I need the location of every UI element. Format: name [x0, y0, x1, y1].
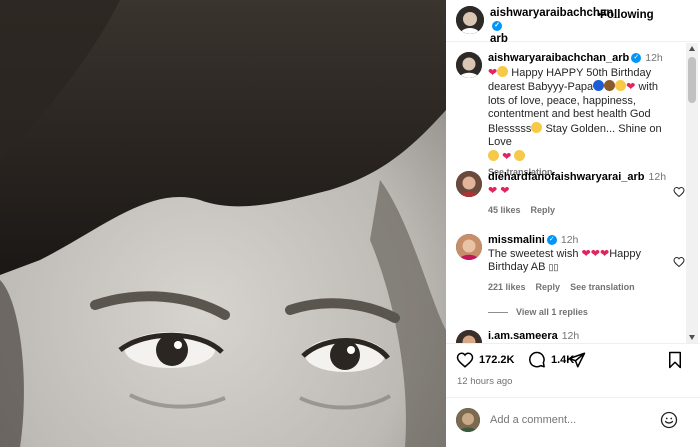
post-modal: aishwaryaraibachchan_✓ arb • Following a… — [0, 0, 700, 447]
verified-badge-icon: ✓ — [492, 20, 502, 31]
comment-time: 12h — [561, 330, 580, 342]
comment-time: 12h — [560, 234, 579, 246]
emoji-smiley-icon[interactable] — [660, 411, 678, 429]
author-username[interactable]: aishwaryaraibachchan_✓ arb — [490, 7, 620, 46]
comment-bubble-icon[interactable] — [528, 351, 546, 369]
following-button[interactable]: Following — [600, 9, 654, 22]
caption-text: aishwaryaraibachchan_arb ✓ 12h ❤ Happy HAP… — [488, 52, 678, 180]
add-comment-input[interactable] — [490, 414, 650, 426]
comment-meta: 45 likes Reply — [488, 204, 678, 218]
comment-body: ❤ ❤ — [488, 184, 510, 197]
view-replies-link[interactable]: View all 1 replies — [488, 307, 588, 317]
comment-text: missmalini ✓ 12h The sweetest wish ❤❤❤Happ… — [488, 234, 678, 294]
comment-username[interactable]: missmalini — [488, 234, 545, 246]
like-heart-icon[interactable] — [456, 351, 474, 369]
comment-body: The sweetest wish — [488, 247, 579, 260]
caption-avatar[interactable] — [456, 52, 482, 78]
post-actions-bar: 172.2K 1.4K 12 hours ago — [446, 343, 700, 393]
post-image[interactable] — [0, 0, 446, 447]
commenter-avatar[interactable] — [456, 330, 482, 343]
commenter-avatar[interactable] — [456, 171, 482, 197]
hearts-face-emoji-icon — [488, 149, 499, 161]
scroll-down-arrow-icon[interactable] — [689, 335, 695, 340]
comment-reply-button[interactable]: Reply — [536, 282, 561, 292]
share-send-icon[interactable] — [568, 351, 586, 369]
verified-badge-icon: ✓ — [631, 53, 642, 64]
author-avatar[interactable] — [456, 6, 484, 34]
add-comment-bar — [446, 397, 700, 447]
comment-meta: 221 likes Reply See translation — [488, 281, 678, 295]
like-comment-heart-icon[interactable] — [673, 186, 685, 198]
post-side-panel: aishwaryaraibachchan_✓ arb • Following a… — [446, 0, 700, 447]
post-time-ago[interactable]: 12 hours ago — [457, 376, 512, 387]
likes-count[interactable]: 172.2K — [479, 354, 514, 366]
scroll-up-arrow-icon[interactable] — [689, 46, 695, 51]
commenter-avatar[interactable] — [456, 234, 482, 260]
heart-emoji-icon: ❤ — [488, 66, 498, 79]
see-translation-link[interactable]: See translation — [570, 282, 635, 292]
smile-emoji-icon — [615, 80, 627, 91]
comment-item: missmalini ✓ 12h The sweetest wish ❤❤❤Happ… — [456, 234, 685, 314]
scrollbar-thumb[interactable] — [688, 57, 696, 103]
caption-username[interactable]: aishwaryaraibachchan_arb — [488, 52, 629, 64]
comment-item: i.am.sameera 12h — [456, 330, 681, 343]
comments-list[interactable]: aishwaryaraibachchan_arb ✓ 12h ❤ Happy HAP… — [446, 43, 686, 343]
comments-scrollbar[interactable] — [686, 43, 698, 343]
current-user-avatar — [456, 408, 480, 432]
heart-emoji-icon: ❤❤❤ — [581, 247, 610, 260]
heart-emoji-icon: ❤ — [502, 150, 512, 163]
evil-eye-emoji-icon — [593, 80, 605, 91]
portrait-photo — [0, 0, 446, 447]
comment-username[interactable]: i.am.sameera — [488, 330, 558, 342]
comment-item: diehardfanofaishwaryarai_arb 12h ❤ ❤ 45 l… — [456, 171, 685, 221]
comment-reply-button[interactable]: Reply — [531, 205, 556, 215]
sparkle-emoji-icon — [531, 121, 543, 133]
caption-time: 12h — [645, 52, 663, 64]
cookie-emoji-icon — [604, 80, 616, 91]
comment-text: i.am.sameera 12h — [488, 330, 678, 343]
save-bookmark-icon[interactable] — [666, 351, 684, 369]
comment-text: diehardfanofaishwaryarai_arb 12h ❤ ❤ 45 l… — [488, 171, 678, 218]
verified-badge-icon: ✓ — [546, 235, 557, 246]
comment-time: 12h — [648, 171, 667, 183]
sparkle-emoji-icon — [497, 65, 509, 77]
comment-likes[interactable]: 221 likes — [488, 282, 526, 292]
comment-likes[interactable]: 45 likes — [488, 205, 521, 215]
like-comment-heart-icon[interactable] — [673, 256, 685, 268]
heart-emoji-icon: ❤ — [626, 81, 636, 93]
comment-username[interactable]: diehardfanofaishwaryarai_arb — [488, 171, 645, 183]
post-header: aishwaryaraibachchan_✓ arb • Following — [446, 0, 700, 45]
sparkle-emoji-icon — [514, 149, 526, 161]
unknown-glyph-icon: ▯▯ — [548, 262, 559, 272]
post-caption: aishwaryaraibachchan_arb ✓ 12h ❤ Happy HAP… — [456, 52, 681, 177]
